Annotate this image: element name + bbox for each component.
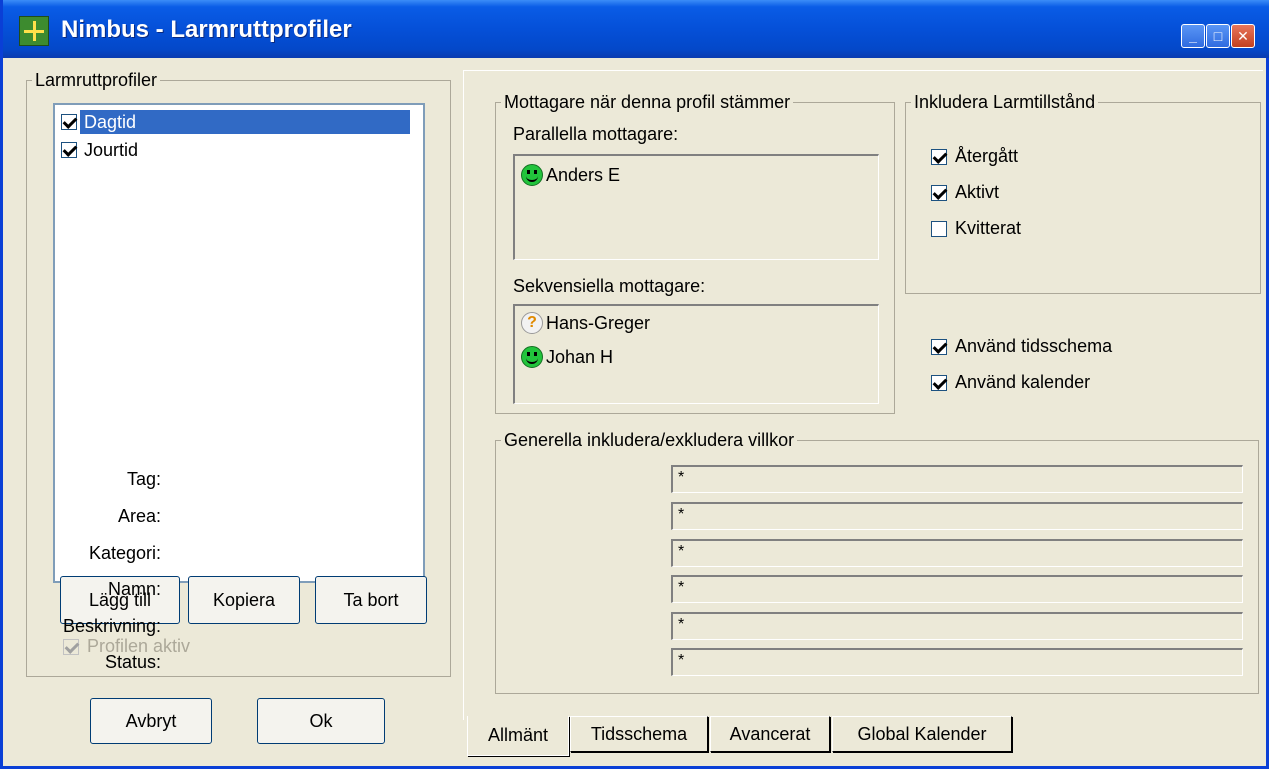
- profile-checkbox-dagtid[interactable]: [61, 114, 77, 130]
- alarm-state-aterg-row[interactable]: Återgått: [931, 146, 1018, 167]
- area-field-row: Area: *: [3, 502, 1243, 530]
- window-title: Nimbus - Larmruttprofiler: [61, 16, 352, 43]
- nimbus-app-icon: [19, 16, 49, 46]
- alarm-states-group-label: Inkludera Larmtillstånd: [914, 92, 1096, 112]
- alarm-state-kvitterat-label: Kvitterat: [955, 218, 1022, 238]
- recipient-name: Anders E: [546, 164, 621, 185]
- question-icon: ?: [521, 312, 543, 334]
- title-bar[interactable]: Nimbus - Larmruttprofiler _ □ ✕: [3, 0, 1269, 58]
- alarm-state-aterg-label: Återgått: [955, 146, 1019, 166]
- alarm-state-aktivt-row[interactable]: Aktivt: [931, 182, 999, 203]
- list-item[interactable]: ? Hans-Greger: [521, 312, 650, 334]
- sequential-recipients-label: Sekvensiella mottagare:: [513, 276, 706, 296]
- area-field-label: Area:: [117, 506, 161, 526]
- dialog-window: Nimbus - Larmruttprofiler _ □ ✕ Larmrutt…: [0, 0, 1269, 769]
- alarm-state-aterg-checkbox[interactable]: [931, 148, 947, 165]
- category-field[interactable]: *: [671, 539, 1243, 567]
- smiley-green-icon: [521, 164, 543, 186]
- smiley-green-icon: [521, 346, 543, 368]
- tab-allmant[interactable]: Allmänt: [467, 716, 569, 756]
- profile-label-dagtid: Dagtid: [80, 110, 410, 134]
- use-calendar-checkbox[interactable]: [931, 374, 947, 391]
- tag-field[interactable]: *: [671, 465, 1243, 493]
- category-field-row: Kategori: *: [3, 539, 1243, 567]
- alarm-state-kvitterat-checkbox[interactable]: [931, 220, 947, 237]
- alarm-state-kvitterat-row[interactable]: Kvitterat: [931, 218, 1021, 239]
- category-field-label: Kategori:: [88, 543, 161, 563]
- use-schedule-row[interactable]: Använd tidsschema: [931, 336, 1112, 357]
- description-field[interactable]: *: [671, 612, 1243, 640]
- use-schedule-checkbox[interactable]: [931, 338, 947, 355]
- close-icon[interactable]: ✕: [1231, 24, 1255, 48]
- status-field[interactable]: *: [671, 648, 1243, 676]
- tag-field-row: Tag: *: [3, 465, 1243, 493]
- name-field-row: Namn: *: [3, 575, 1243, 603]
- tab-global-kalender[interactable]: Global Kalender: [832, 716, 1012, 752]
- profile-checkbox-jourtid[interactable]: [61, 142, 77, 158]
- tab-avancerat[interactable]: Avancerat: [710, 716, 830, 752]
- ok-button[interactable]: Ok: [257, 698, 385, 744]
- minimize-icon[interactable]: _: [1181, 24, 1205, 48]
- recipient-name: Johan H: [546, 346, 614, 367]
- name-field-label: Namn:: [107, 579, 161, 599]
- tab-tidsschema[interactable]: Tidsschema: [570, 716, 708, 752]
- alarm-state-aktivt-checkbox[interactable]: [931, 184, 947, 201]
- maximize-icon[interactable]: □: [1206, 24, 1230, 48]
- status-field-label: Status:: [104, 652, 161, 672]
- list-item[interactable]: Johan H: [521, 346, 613, 368]
- use-calendar-label: Använd kalender: [955, 372, 1091, 392]
- area-field[interactable]: *: [671, 502, 1243, 530]
- tag-field-label: Tag:: [126, 469, 161, 489]
- description-field-label: Beskrivning:: [62, 616, 161, 636]
- alarm-state-aktivt-label: Aktivt: [955, 182, 1000, 202]
- recipient-name: Hans-Greger: [546, 312, 651, 333]
- cancel-button[interactable]: Avbryt: [90, 698, 212, 744]
- parallel-recipients-label: Parallella mottagare:: [513, 124, 679, 144]
- status-field-row: Status: *: [3, 648, 1243, 676]
- recipients-group-label: Mottagare när denna profil stämmer: [504, 92, 791, 112]
- list-item-jourtid[interactable]: Jourtid: [61, 137, 421, 163]
- list-item[interactable]: Anders E: [521, 164, 620, 186]
- conditions-group-label: Generella inkludera/exkludera villkor: [504, 430, 795, 450]
- parallel-recipients-list[interactable]: Anders E: [513, 154, 879, 260]
- profile-label-jourtid: Jourtid: [84, 140, 139, 160]
- profiles-group-label: Larmruttprofiler: [35, 70, 158, 90]
- use-calendar-row[interactable]: Använd kalender: [931, 372, 1090, 393]
- name-field[interactable]: *: [671, 575, 1243, 603]
- use-schedule-label: Använd tidsschema: [955, 336, 1113, 356]
- description-field-row: Beskrivning: *: [3, 612, 1243, 640]
- sequential-recipients-list[interactable]: ? Hans-Greger Johan H: [513, 304, 879, 404]
- list-item-dagtid[interactable]: Dagtid: [61, 109, 421, 135]
